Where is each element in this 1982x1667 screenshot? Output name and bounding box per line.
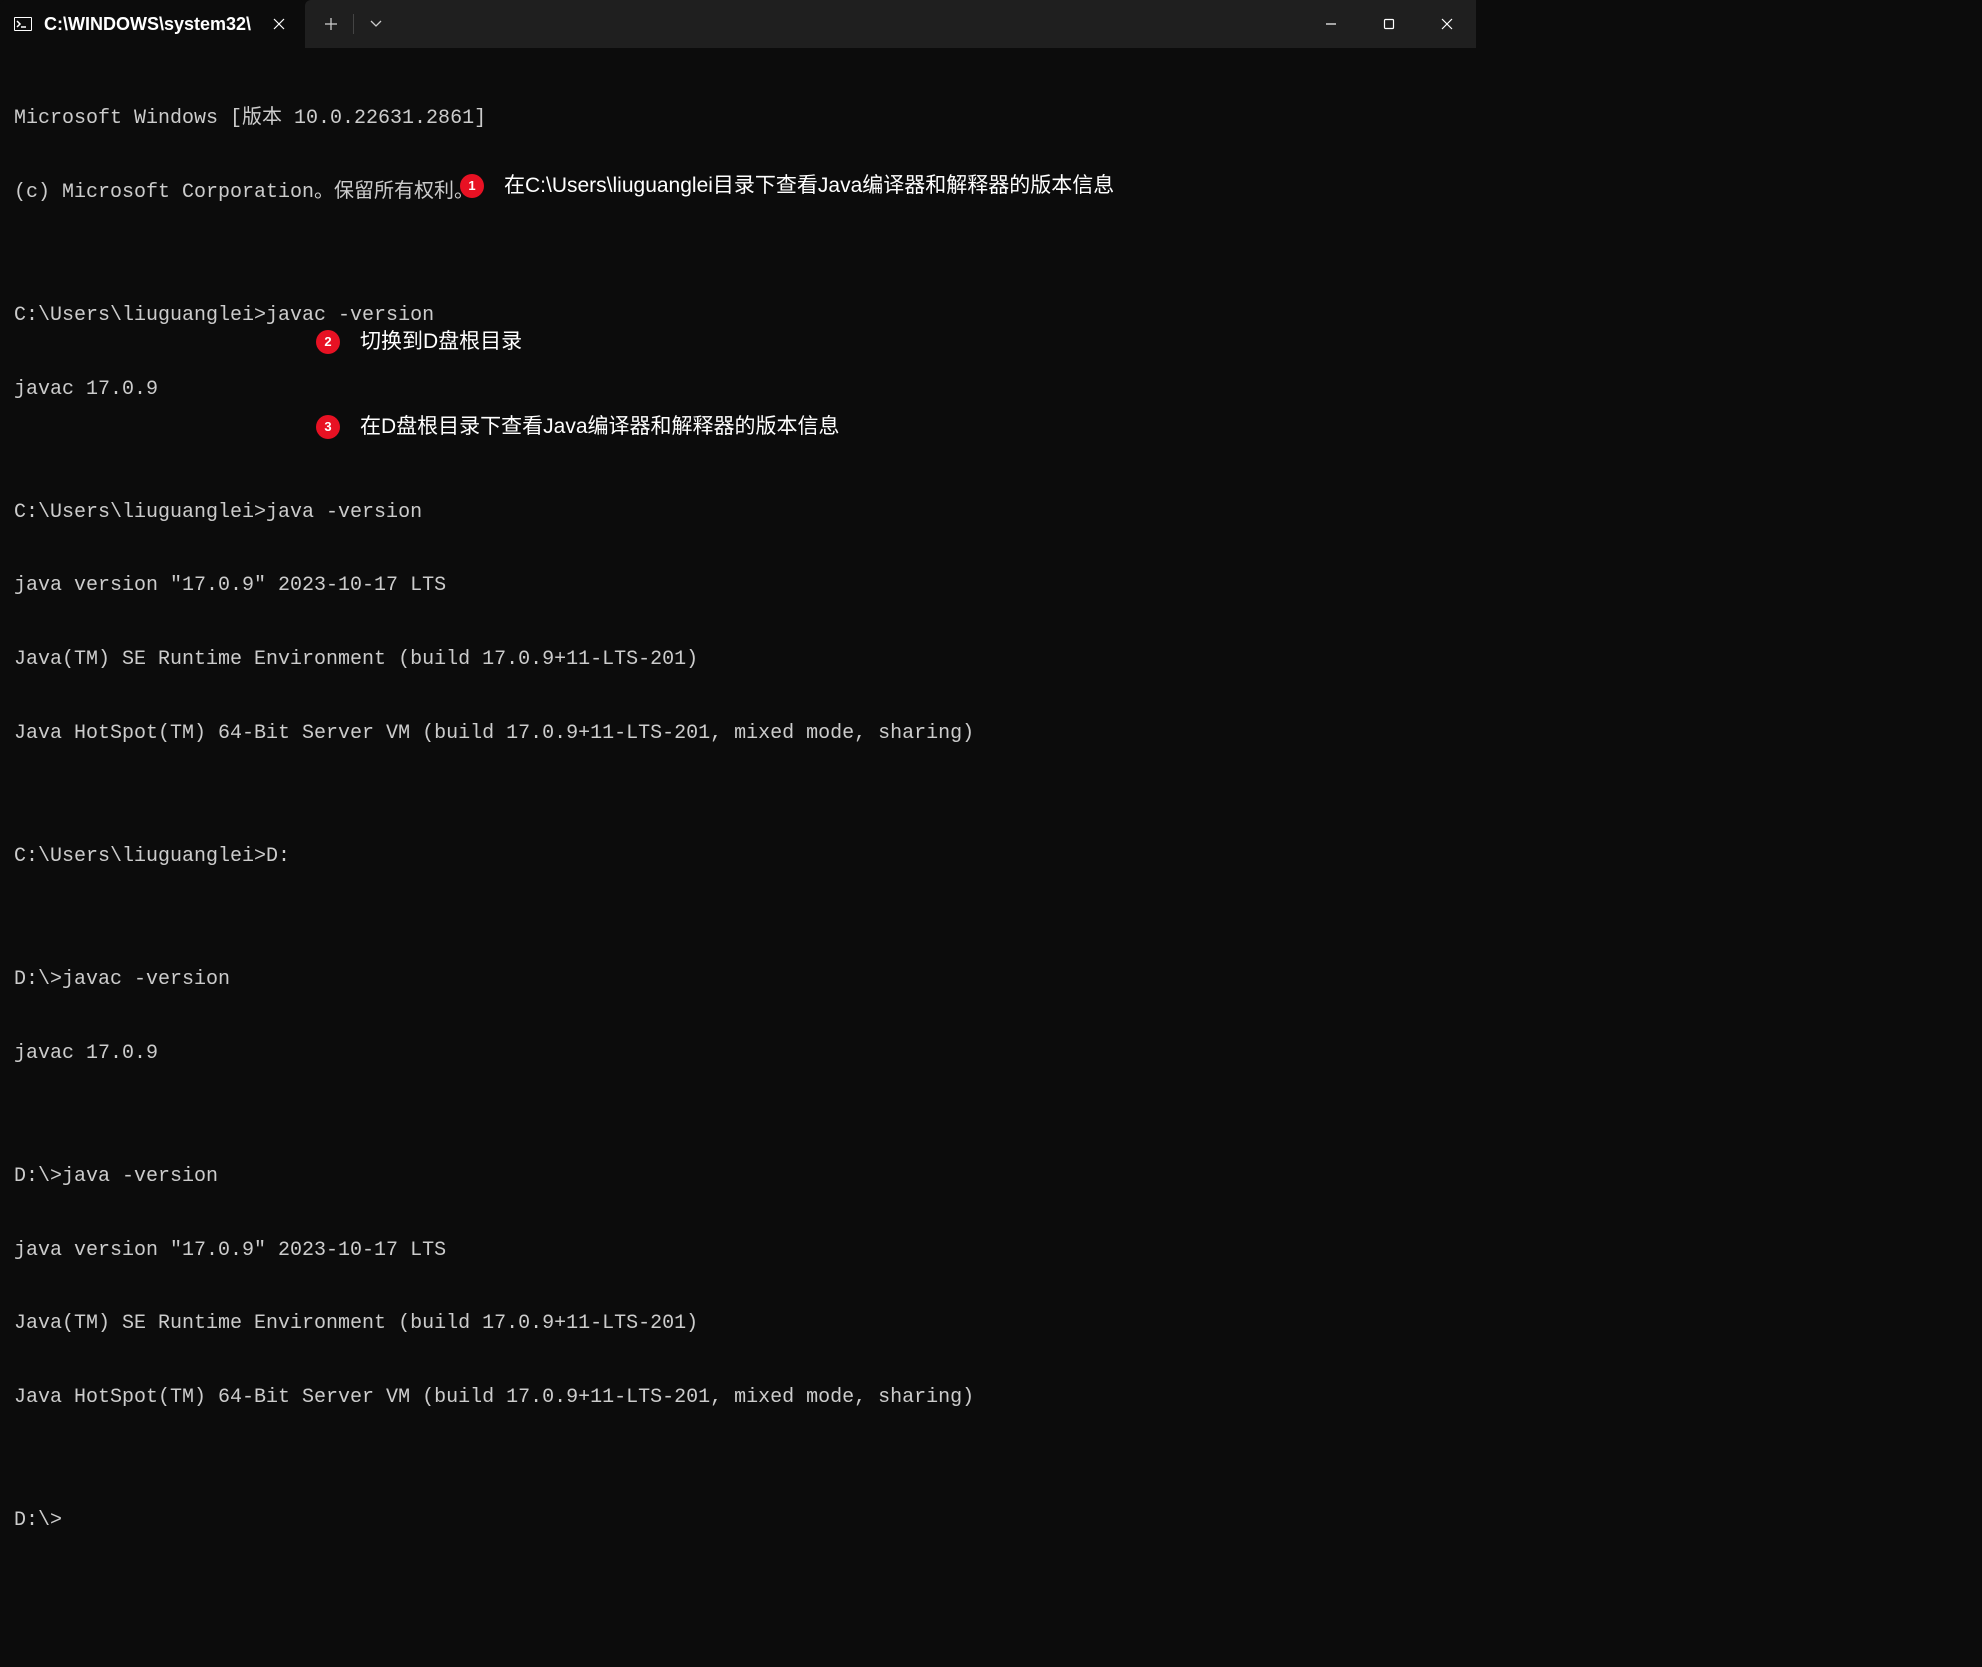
terminal-line: javac 17.0.9	[14, 1042, 1462, 1067]
annotation-badge: 1	[460, 174, 484, 198]
new-tab-button[interactable]	[313, 6, 349, 42]
terminal-line: C:\Users\liuguanglei>java -version	[14, 501, 1462, 526]
tab-close-button[interactable]	[269, 14, 289, 34]
terminal-output[interactable]: Microsoft Windows [版本 10.0.22631.2861] (…	[0, 48, 1476, 1667]
terminal-line: D:\>	[14, 1509, 1462, 1534]
annotation-text: 在C:\Users\liuguanglei目录下查看Java编译器和解释器的版本…	[498, 172, 1120, 201]
terminal-line: Microsoft Windows [版本 10.0.22631.2861]	[14, 107, 1462, 132]
close-window-button[interactable]	[1418, 0, 1476, 48]
annotation-text: 切换到D盘根目录	[354, 328, 528, 357]
terminal-line: C:\Users\liuguanglei>D:	[14, 845, 1462, 870]
window-controls	[1302, 0, 1476, 48]
terminal-line: Java(TM) SE Runtime Environment (build 1…	[14, 1312, 1462, 1337]
annotation-2: 2 切换到D盘根目录	[316, 328, 528, 357]
terminal-line: Java(TM) SE Runtime Environment (build 1…	[14, 648, 1462, 673]
plus-icon	[324, 17, 338, 31]
close-icon	[273, 18, 285, 30]
annotation-3: 3 在D盘根目录下查看Java编译器和解释器的版本信息	[316, 413, 846, 442]
terminal-line: Java HotSpot(TM) 64-Bit Server VM (build…	[14, 1386, 1462, 1411]
terminal-line: C:\Users\liuguanglei>javac -version	[14, 304, 1462, 329]
minimize-button[interactable]	[1302, 0, 1360, 48]
annotation-badge: 3	[316, 415, 340, 439]
terminal-line: java version "17.0.9" 2023-10-17 LTS	[14, 574, 1462, 599]
maximize-icon	[1383, 18, 1395, 30]
tab-dropdown-button[interactable]	[358, 6, 394, 42]
terminal-line: java version "17.0.9" 2023-10-17 LTS	[14, 1239, 1462, 1264]
terminal-line: Java HotSpot(TM) 64-Bit Server VM (build…	[14, 722, 1462, 747]
terminal-line: D:\>java -version	[14, 1165, 1462, 1190]
terminal-line: D:\>javac -version	[14, 968, 1462, 993]
close-icon	[1441, 18, 1453, 30]
divider	[353, 14, 354, 34]
annotation-text: 在D盘根目录下查看Java编译器和解释器的版本信息	[354, 413, 846, 442]
maximize-button[interactable]	[1360, 0, 1418, 48]
tab-bar-area	[305, 0, 1476, 48]
annotation-1: 1 在C:\Users\liuguanglei目录下查看Java编译器和解释器的…	[460, 172, 1120, 201]
titlebar: C:\WINDOWS\system32\	[0, 0, 1476, 48]
terminal-line: javac 17.0.9	[14, 378, 1462, 403]
minimize-icon	[1325, 18, 1337, 30]
tab-active[interactable]: C:\WINDOWS\system32\	[0, 0, 305, 48]
tab-title: C:\WINDOWS\system32\	[44, 14, 251, 35]
cmd-icon	[14, 15, 32, 33]
chevron-down-icon	[370, 20, 382, 28]
annotation-badge: 2	[316, 330, 340, 354]
